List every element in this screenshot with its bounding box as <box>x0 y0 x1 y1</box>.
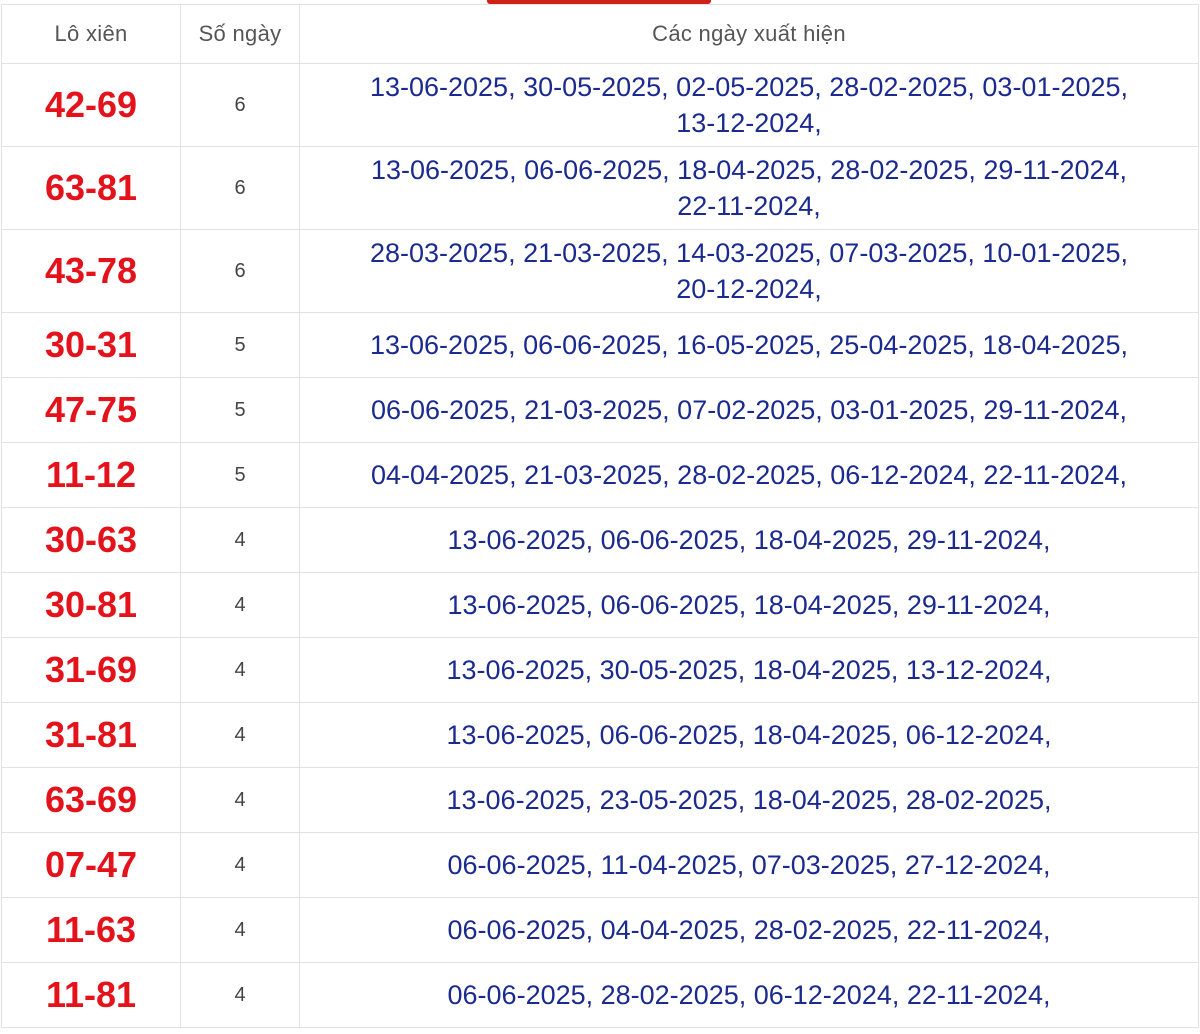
count-cell: 4 <box>180 832 300 898</box>
dates-cell: 13-06-2025, 30-05-2025, 18-04-2025, 13-1… <box>299 637 1199 703</box>
pair-cell: 63-69 <box>1 767 181 833</box>
count-cell: 4 <box>180 962 300 1028</box>
count-cell: 6 <box>180 63 300 147</box>
dates-line: 13-12-2024, <box>676 108 822 138</box>
header-dates: Các ngày xuất hiện <box>299 4 1199 64</box>
pair-cell: 43-78 <box>1 229 181 313</box>
pair-cell: 42-69 <box>1 63 181 147</box>
dates-cell: 04-04-2025, 21-03-2025, 28-02-2025, 06-1… <box>299 442 1199 508</box>
dates-line: 13-06-2025, 30-05-2025, 02-05-2025, 28-0… <box>369 72 1129 102</box>
table-row: 07-47 4 06-06-2025, 11-04-2025, 07-03-20… <box>1 832 1199 898</box>
pair-cell: 30-81 <box>1 572 181 638</box>
count-cell: 5 <box>180 442 300 508</box>
count-cell: 6 <box>180 229 300 313</box>
pair-cell: 30-63 <box>1 507 181 573</box>
pair-cell: 11-63 <box>1 897 181 963</box>
dates-cell: 06-06-2025, 04-04-2025, 28-02-2025, 22-1… <box>299 897 1199 963</box>
pair-cell: 11-81 <box>1 962 181 1028</box>
pair-cell: 11-12 <box>1 442 181 508</box>
table-header-row: Lô xiên Số ngày Các ngày xuất hiện <box>1 4 1199 64</box>
count-cell: 4 <box>180 767 300 833</box>
pair-cell: 07-47 <box>1 832 181 898</box>
header-count: Số ngày <box>180 4 300 64</box>
lottery-pair-table: Lô xiên Số ngày Các ngày xuất hiện 42-69… <box>1 4 1199 1028</box>
table-row: 63-69 4 13-06-2025, 23-05-2025, 18-04-20… <box>1 767 1199 833</box>
table-row: 11-12 5 04-04-2025, 21-03-2025, 28-02-20… <box>1 442 1199 508</box>
dates-cell: 13-06-2025, 06-06-2025, 16-05-2025, 25-0… <box>299 312 1199 378</box>
table-row: 30-63 4 13-06-2025, 06-06-2025, 18-04-20… <box>1 507 1199 573</box>
count-cell: 4 <box>180 897 300 963</box>
dates-line: 13-06-2025, 06-06-2025, 18-04-2025, 28-0… <box>370 155 1128 185</box>
table-row: 11-81 4 06-06-2025, 28-02-2025, 06-12-20… <box>1 962 1199 1028</box>
count-cell: 4 <box>180 637 300 703</box>
dates-cell: 13-06-2025, 06-06-2025, 18-04-2025, 29-1… <box>299 507 1199 573</box>
dates-line: 22-11-2024, <box>677 191 821 221</box>
pair-cell: 47-75 <box>1 377 181 443</box>
table-row: 30-81 4 13-06-2025, 06-06-2025, 18-04-20… <box>1 572 1199 638</box>
dates-cell: 06-06-2025, 11-04-2025, 07-03-2025, 27-1… <box>299 832 1199 898</box>
pair-cell: 31-69 <box>1 637 181 703</box>
dates-cell: 28-03-2025, 21-03-2025, 14-03-2025, 07-0… <box>299 229 1199 313</box>
pair-cell: 30-31 <box>1 312 181 378</box>
dates-cell: 13-06-2025, 06-06-2025, 18-04-2025, 06-1… <box>299 702 1199 768</box>
count-cell: 5 <box>180 377 300 443</box>
count-cell: 5 <box>180 312 300 378</box>
dates-cell: 13-06-2025, 23-05-2025, 18-04-2025, 28-0… <box>299 767 1199 833</box>
count-cell: 4 <box>180 572 300 638</box>
header-pair: Lô xiên <box>1 4 181 64</box>
table-row: 31-69 4 13-06-2025, 30-05-2025, 18-04-20… <box>1 637 1199 703</box>
dates-line: 28-03-2025, 21-03-2025, 14-03-2025, 07-0… <box>369 238 1129 268</box>
dates-cell: 13-06-2025, 06-06-2025, 18-04-2025, 28-0… <box>299 146 1199 230</box>
table-row: 30-31 5 13-06-2025, 06-06-2025, 16-05-20… <box>1 312 1199 378</box>
pair-cell: 31-81 <box>1 702 181 768</box>
dates-cell: 06-06-2025, 28-02-2025, 06-12-2024, 22-1… <box>299 962 1199 1028</box>
table-row: 47-75 5 06-06-2025, 21-03-2025, 07-02-20… <box>1 377 1199 443</box>
dates-line: 20-12-2024, <box>676 274 822 304</box>
table-row: 42-69 6 13-06-2025, 30-05-2025, 02-05-20… <box>1 63 1199 147</box>
dates-cell: 06-06-2025, 21-03-2025, 07-02-2025, 03-0… <box>299 377 1199 443</box>
count-cell: 4 <box>180 507 300 573</box>
dates-cell: 13-06-2025, 30-05-2025, 02-05-2025, 28-0… <box>299 63 1199 147</box>
table-row: 43-78 6 28-03-2025, 21-03-2025, 14-03-20… <box>1 229 1199 313</box>
dates-cell: 13-06-2025, 06-06-2025, 18-04-2025, 29-1… <box>299 572 1199 638</box>
table-row: 63-81 6 13-06-2025, 06-06-2025, 18-04-20… <box>1 146 1199 230</box>
count-cell: 4 <box>180 702 300 768</box>
table-row: 11-63 4 06-06-2025, 04-04-2025, 28-02-20… <box>1 897 1199 963</box>
table-row: 31-81 4 13-06-2025, 06-06-2025, 18-04-20… <box>1 702 1199 768</box>
count-cell: 6 <box>180 146 300 230</box>
pair-cell: 63-81 <box>1 146 181 230</box>
